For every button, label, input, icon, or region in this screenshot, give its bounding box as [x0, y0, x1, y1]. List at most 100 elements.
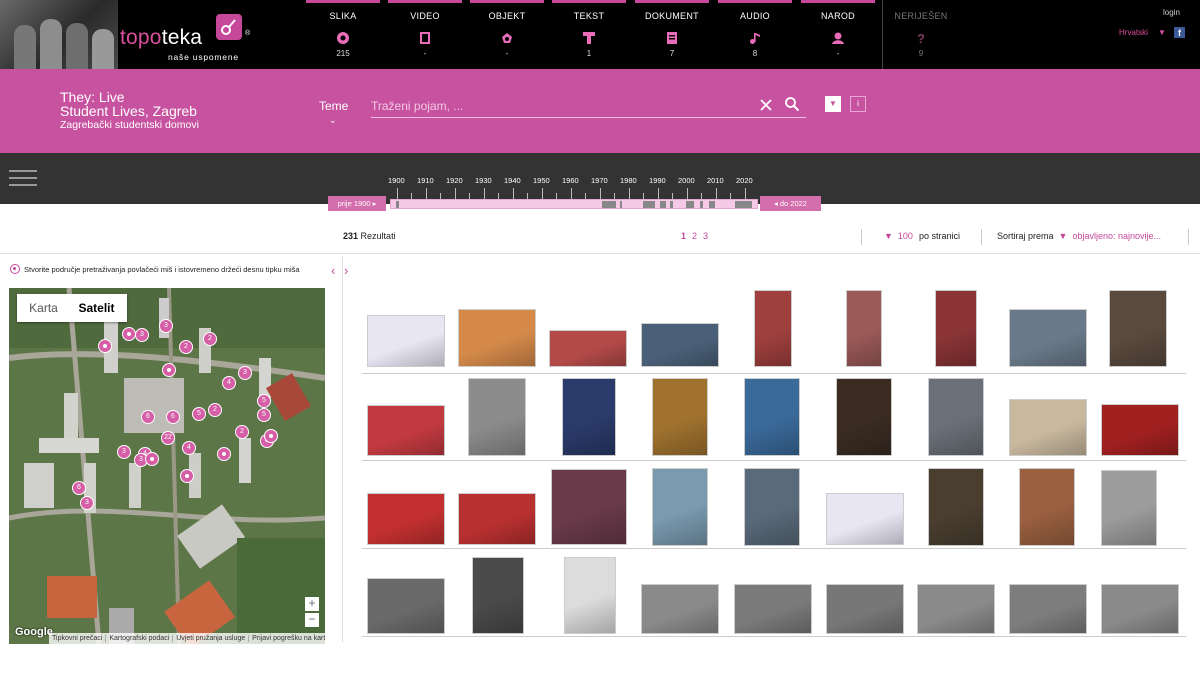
- per-page-selector[interactable]: ▼ 100 po stranici: [884, 231, 960, 241]
- map-pin[interactable]: 2: [179, 340, 193, 354]
- map-pin[interactable]: 6: [166, 410, 180, 424]
- map-pin-single[interactable]: [162, 363, 176, 377]
- timeline-end-button[interactable]: ◂ do 2022: [760, 196, 821, 211]
- map-footer-link[interactable]: Kartografski podaci: [106, 635, 174, 642]
- facebook-icon[interactable]: f: [1174, 27, 1185, 38]
- map-pin[interactable]: 2: [203, 332, 217, 346]
- result-thumbnail[interactable]: [367, 405, 445, 456]
- result-thumbnail[interactable]: [1101, 584, 1179, 634]
- map-pin-single[interactable]: [217, 447, 231, 461]
- map-pin[interactable]: 3: [159, 319, 173, 333]
- map-pin[interactable]: 3: [238, 366, 252, 380]
- map-pin[interactable]: 6: [72, 481, 86, 495]
- dropdown-icon[interactable]: ▼: [884, 231, 893, 241]
- map-pin[interactable]: 22: [161, 431, 175, 445]
- nav-category-narod[interactable]: NAROD -: [799, 0, 877, 69]
- close-icon[interactable]: [758, 97, 774, 113]
- map-pin-single[interactable]: [180, 469, 194, 483]
- satellite-map[interactable]: 3322435566522242334633 KartaSatelit + − …: [9, 288, 325, 644]
- map-pin[interactable]: 3: [80, 496, 94, 510]
- result-thumbnail[interactable]: [734, 584, 812, 634]
- nav-category-video[interactable]: VIDEO -: [386, 0, 464, 69]
- map-pin-single[interactable]: [122, 327, 136, 341]
- timeline-start-button[interactable]: prije 1900 ▸: [328, 196, 386, 211]
- page-link-2[interactable]: 2: [692, 231, 697, 241]
- result-thumbnail[interactable]: [641, 323, 719, 367]
- map-pin[interactable]: 6: [141, 410, 155, 424]
- collapse-left-icon[interactable]: ‹: [331, 263, 335, 278]
- zoom-out-button[interactable]: −: [305, 613, 319, 627]
- map-pin[interactable]: 5: [192, 407, 206, 421]
- result-thumbnail[interactable]: [367, 578, 445, 634]
- result-thumbnail[interactable]: [846, 290, 882, 367]
- result-thumbnail[interactable]: [917, 584, 995, 634]
- zoom-in-button[interactable]: +: [305, 597, 319, 611]
- map-pin-single[interactable]: [264, 429, 278, 443]
- map-pin[interactable]: 2: [208, 403, 222, 417]
- menu-icon[interactable]: [9, 170, 37, 186]
- map-pin[interactable]: 5: [257, 408, 271, 422]
- info-button[interactable]: i: [850, 96, 866, 112]
- result-thumbnail[interactable]: [826, 493, 904, 545]
- map-pin[interactable]: 5: [257, 394, 271, 408]
- map-type-satelit[interactable]: Satelit: [70, 294, 123, 322]
- result-thumbnail[interactable]: [826, 584, 904, 634]
- nav-category-objekt[interactable]: OBJEKT -: [468, 0, 546, 69]
- language-dropdown-icon[interactable]: ▼: [1158, 28, 1166, 37]
- result-thumbnail[interactable]: [367, 315, 445, 367]
- result-thumbnail[interactable]: [935, 290, 977, 367]
- result-thumbnail[interactable]: [928, 468, 984, 546]
- page-link-1[interactable]: 1: [681, 231, 686, 241]
- map-footer-link[interactable]: Uvjeti pružanja usluge: [173, 635, 250, 642]
- login-link[interactable]: login: [1163, 8, 1180, 17]
- result-thumbnail[interactable]: [458, 493, 536, 545]
- result-thumbnail[interactable]: [549, 330, 627, 367]
- nav-category-dokument[interactable]: DOKUMENT 7: [633, 0, 711, 69]
- result-thumbnail[interactable]: [551, 469, 627, 545]
- map-pin[interactable]: 4: [222, 376, 236, 390]
- language-selector[interactable]: Hrvatski: [1119, 28, 1148, 37]
- sort-value[interactable]: objavljeno: najnovije...: [1072, 231, 1161, 241]
- result-thumbnail[interactable]: [1009, 309, 1087, 367]
- result-thumbnail[interactable]: [1009, 584, 1087, 634]
- result-thumbnail[interactable]: [468, 378, 526, 456]
- result-thumbnail[interactable]: [1101, 404, 1179, 456]
- result-thumbnail[interactable]: [641, 584, 719, 634]
- nav-category-audio[interactable]: AUDIO 8: [716, 0, 794, 69]
- chevron-down-icon[interactable]: ⌄: [329, 115, 337, 126]
- result-thumbnail[interactable]: [562, 378, 616, 456]
- result-thumbnail[interactable]: [1101, 470, 1157, 546]
- page-link-3[interactable]: 3: [703, 231, 708, 241]
- map-footer-link[interactable]: Prijavi pogrešku na karti: [249, 635, 325, 642]
- brand-logo[interactable]: topoteka: [120, 26, 202, 50]
- dropdown-icon[interactable]: ▼: [1059, 231, 1068, 241]
- nav-category-tekst[interactable]: TEKST 1: [550, 0, 628, 69]
- result-thumbnail[interactable]: [754, 290, 792, 367]
- per-page-value[interactable]: 100: [898, 231, 913, 241]
- result-thumbnail[interactable]: [458, 309, 536, 367]
- advanced-search-toggle[interactable]: ▼: [825, 96, 841, 112]
- result-thumbnail[interactable]: [836, 378, 892, 456]
- result-thumbnail[interactable]: [928, 378, 984, 456]
- result-thumbnail[interactable]: [1009, 399, 1087, 456]
- map-pin[interactable]: 4: [182, 441, 196, 455]
- result-thumbnail[interactable]: [367, 493, 445, 545]
- sort-selector[interactable]: Sortiraj prema ▼ objavljeno: najnovije...: [997, 231, 1161, 241]
- expand-right-icon[interactable]: ›: [344, 263, 348, 278]
- result-thumbnail[interactable]: [1019, 468, 1075, 546]
- map-pin[interactable]: 3: [135, 328, 149, 342]
- result-thumbnail[interactable]: [652, 468, 708, 546]
- result-thumbnail[interactable]: [744, 468, 800, 546]
- search-input[interactable]: [371, 94, 806, 118]
- result-thumbnail[interactable]: [1109, 290, 1167, 367]
- search-icon[interactable]: [784, 96, 800, 112]
- map-pin[interactable]: 2: [235, 425, 249, 439]
- themes-dropdown[interactable]: Teme: [319, 99, 348, 113]
- result-thumbnail[interactable]: [744, 378, 800, 456]
- result-thumbnail[interactable]: [564, 557, 616, 634]
- map-footer-link[interactable]: Tipkovni prečaci: [49, 635, 107, 642]
- nav-category-slika[interactable]: SLIKA 215: [304, 0, 382, 69]
- map-pin[interactable]: 3: [117, 445, 131, 459]
- map-pin-single[interactable]: [145, 452, 159, 466]
- result-thumbnail[interactable]: [652, 378, 708, 456]
